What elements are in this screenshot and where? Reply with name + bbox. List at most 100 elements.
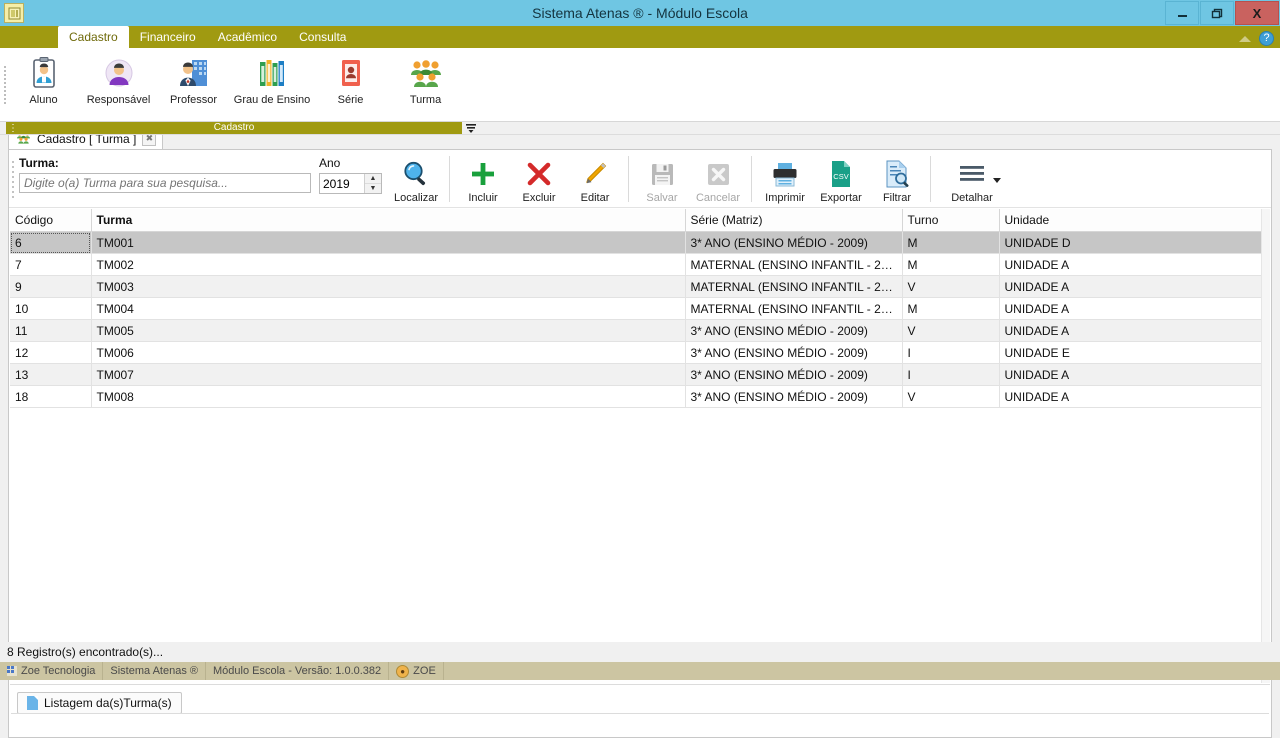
detalhar-label: Detalhar [951,192,993,204]
toolbar-divider [930,156,931,202]
ano-stepper[interactable]: ▲ ▼ [319,173,382,194]
cell-turma: TM008 [91,386,685,408]
cell-serie: 3* ANO (ENSINO MÉDIO - 2009) [685,342,902,364]
imprimir-label: Imprimir [765,192,805,204]
column-header-codigo[interactable]: Código [10,209,91,232]
taskbar-system-label: Sistema Atenas ® [110,665,198,677]
turma-field-group: Turma: [17,156,309,193]
cancelar-button[interactable]: Cancelar [690,156,746,204]
cell-codigo: 13 [10,364,91,386]
table-row[interactable]: 12 TM006 3* ANO (ENSINO MÉDIO - 2009) I … [10,342,1270,364]
floppy-disk-icon [634,158,690,190]
ribbon-button-label: Responsável [81,94,156,106]
cell-codigo: 10 [10,298,91,320]
cell-turno: M [902,232,999,254]
taskbar-company-label: Zoe Tecnologia [21,665,95,677]
ribbon-button-serie[interactable]: Série [313,52,388,106]
table-row[interactable]: 7 TM002 MATERNAL (ENSINO INFANTIL - 2008… [10,254,1270,276]
guardian-icon [81,56,156,90]
taskbar-user: ● ZOE [389,662,444,680]
table-row[interactable]: 9 TM003 MATERNAL (ENSINO INFANTIL - 2009… [10,276,1270,298]
column-header-turma[interactable]: Turma [91,209,685,232]
column-header-unidade[interactable]: Unidade [999,209,1263,232]
ribbon-tab-financeiro[interactable]: Financeiro [129,26,207,48]
ribbon-tab-cadastro[interactable]: Cadastro [58,26,129,48]
bottom-tab-label: Listagem da(s)Turma(s) [44,696,172,710]
ribbon-expand-icon[interactable] [464,122,478,134]
ribbon-tab-consulta[interactable]: Consulta [288,26,357,48]
incluir-label: Incluir [468,192,497,204]
spin-up-icon[interactable]: ▲ [365,174,381,184]
ribbon-button-grau-de-ensino[interactable]: Grau de Ensino [231,52,313,106]
table-head: Código Turma Série (Matriz) Turno Unidad… [10,209,1270,232]
taskbar-module: Módulo Escola - Versão: 1.0.0.382 [206,662,389,680]
ribbon-button-label: Professor [156,94,231,106]
ribbon-button-turma[interactable]: Turma [388,52,463,106]
cell-codigo: 11 [10,320,91,342]
taskbar-module-label: Módulo Escola - Versão: 1.0.0.382 [213,665,381,677]
ribbon-buttons: Aluno Responsável [6,48,463,106]
column-header-serie[interactable]: Série (Matriz) [685,209,902,232]
cell-turno: I [902,364,999,386]
cell-serie: 3* ANO (ENSINO MÉDIO - 2009) [685,364,902,386]
cell-codigo: 9 [10,276,91,298]
close-button[interactable]: X [1235,1,1279,25]
cell-unidade: UNIDADE A [999,386,1263,408]
cell-unidade: UNIDADE D [999,232,1263,254]
plus-icon [455,158,511,190]
ribbon-tab-academico[interactable]: Acadêmico [207,26,288,48]
minimize-button[interactable] [1165,1,1199,25]
detalhar-button[interactable]: Detalhar [936,156,1008,204]
cell-serie: 3* ANO (ENSINO MÉDIO - 2009) [685,232,902,254]
table-row[interactable]: 13 TM007 3* ANO (ENSINO MÉDIO - 2009) I … [10,364,1270,386]
window-title: Sistema Atenas ® - Módulo Escola [0,5,1280,21]
table-row[interactable]: 10 TM004 MATERNAL (ENSINO INFANTIL - 200… [10,298,1270,320]
ribbon-button-aluno[interactable]: Aluno [6,52,81,106]
csv-file-icon: CSV [813,158,869,190]
caret-down-icon[interactable] [993,178,1001,183]
cell-unidade: UNIDADE A [999,276,1263,298]
search-input[interactable] [19,173,311,193]
grid-vertical-scrollbar[interactable] [1261,209,1270,683]
cell-unidade: UNIDADE E [999,342,1263,364]
exportar-button[interactable]: CSV Exportar [813,156,869,204]
chevron-up-icon[interactable] [1239,36,1251,42]
salvar-button[interactable]: Salvar [634,156,690,204]
window-controls: X [1165,0,1280,26]
cell-codigo: 6 [10,232,91,254]
editar-button[interactable]: Editar [567,156,623,204]
cell-serie: 3* ANO (ENSINO MÉDIO - 2009) [685,320,902,342]
column-header-turno[interactable]: Turno [902,209,999,232]
filtrar-button[interactable]: Filtrar [869,156,925,204]
x-red-icon [511,158,567,190]
apps-grid-icon [7,666,17,676]
table-body: 6 TM001 3* ANO (ENSINO MÉDIO - 2009) M U… [10,232,1270,408]
excluir-button[interactable]: Excluir [511,156,567,204]
cell-unidade: UNIDADE A [999,298,1263,320]
cell-unidade: UNIDADE A [999,254,1263,276]
help-icon[interactable]: ? [1259,31,1274,46]
salvar-label: Salvar [646,192,677,204]
user-avatar-icon: ● [396,665,409,678]
cancelar-label: Cancelar [696,192,740,204]
maximize-button[interactable] [1200,1,1234,25]
table-row[interactable]: 18 TM008 3* ANO (ENSINO MÉDIO - 2009) V … [10,386,1270,408]
cell-unidade: UNIDADE A [999,320,1263,342]
ribbon-tab-bar: Cadastro Financeiro Acadêmico Consulta ? [0,26,1280,48]
action-toolbar: Localizar Incluir [388,156,1008,204]
table-row[interactable]: 6 TM001 3* ANO (ENSINO MÉDIO - 2009) M U… [10,232,1270,254]
spin-down-icon[interactable]: ▼ [365,184,381,193]
incluir-button[interactable]: Incluir [455,156,511,204]
ano-spin-buttons[interactable]: ▲ ▼ [364,174,381,193]
bottom-tab-listagem[interactable]: Listagem da(s)Turma(s) [17,692,182,714]
localizar-button[interactable]: Localizar [388,156,444,204]
books-icon [231,56,313,90]
table-row[interactable]: 11 TM005 3* ANO (ENSINO MÉDIO - 2009) V … [10,320,1270,342]
imprimir-button[interactable]: Imprimir [757,156,813,204]
status-bar: 8 Registro(s) encontrado(s)... [0,642,1280,662]
ribbon-button-professor[interactable]: Professor [156,52,231,106]
cell-turno: V [902,276,999,298]
cell-turma: TM005 [91,320,685,342]
ano-input[interactable] [320,174,364,193]
ribbon-button-responsavel[interactable]: Responsável [81,52,156,106]
